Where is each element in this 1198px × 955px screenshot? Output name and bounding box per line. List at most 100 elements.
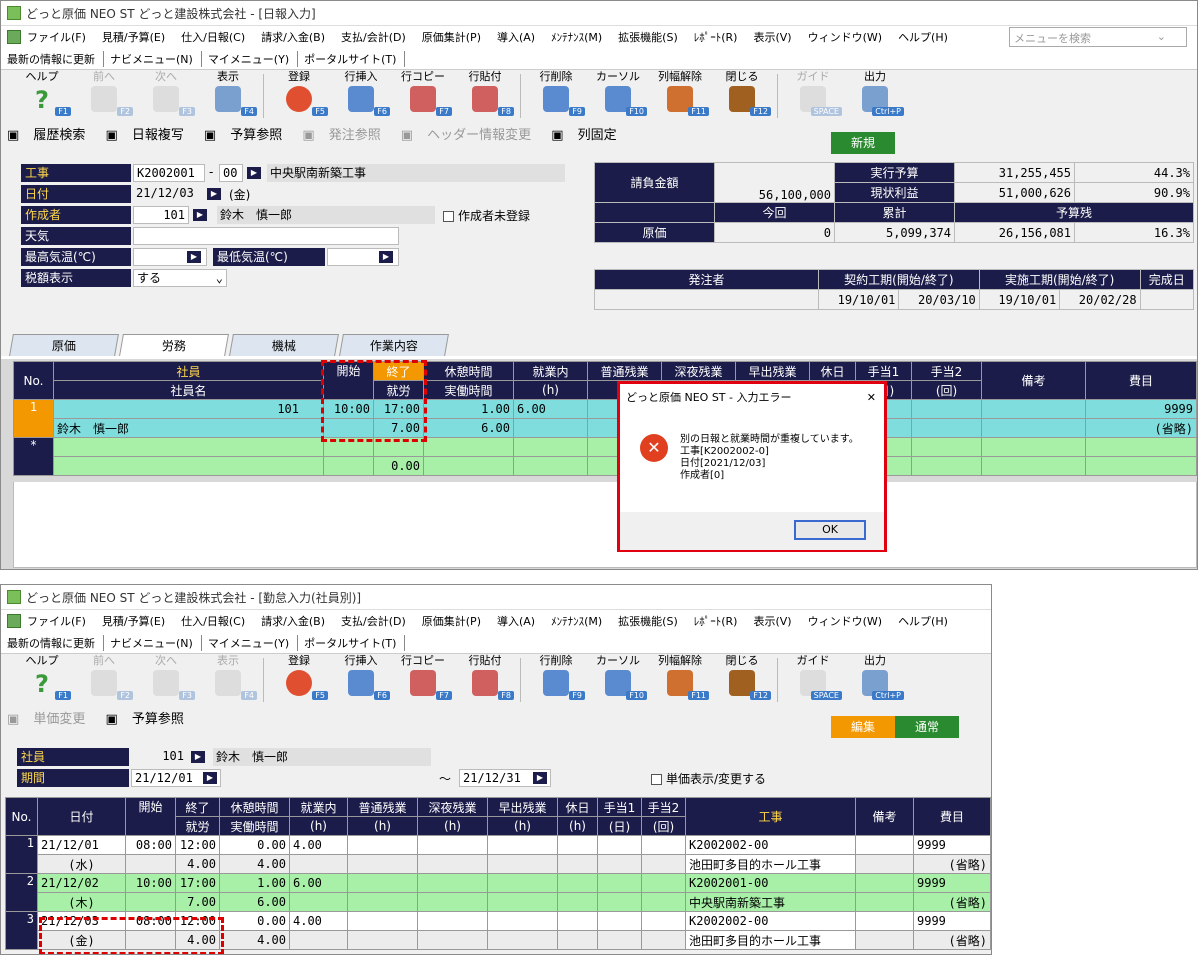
from-picker-icon[interactable]: ▶ <box>203 772 217 784</box>
row-rest[interactable]: 1.00 <box>423 399 514 419</box>
row-empty[interactable] <box>597 892 642 912</box>
toolbar-button[interactable]: 登録 F5 <box>268 654 330 706</box>
row-inner[interactable]: 4.00 <box>289 835 348 855</box>
row-start[interactable]: 08:00 <box>125 835 176 855</box>
row-empty[interactable] <box>557 854 598 874</box>
row-rest[interactable]: 0.00 <box>219 911 290 931</box>
toolbar-button[interactable]: 閉じる F12 <box>711 70 773 122</box>
toolbar-button[interactable]: 登録 F5 <box>268 70 330 122</box>
menu-item[interactable]: ヘルプ(H) <box>898 613 948 629</box>
new-cell[interactable] <box>423 437 514 457</box>
menu-item[interactable]: ﾚﾎﾟｰﾄ(R) <box>694 29 738 45</box>
row-empty[interactable] <box>417 854 488 874</box>
toolbar-button[interactable]: カーソル F10 <box>587 70 649 122</box>
edit-mode-button[interactable]: 編集 <box>831 716 895 738</box>
row-item[interactable]: 9999 <box>913 873 991 893</box>
new-row[interactable]: * <box>13 437 1197 476</box>
row-empty[interactable] <box>347 835 418 855</box>
row-no[interactable]: 1 <box>5 835 38 874</box>
toolbar-button[interactable]: 次へ F3 <box>135 654 197 706</box>
menu-item[interactable]: 見積/予算(E) <box>102 29 165 45</box>
menu-app-icon[interactable] <box>7 614 21 628</box>
row-empty[interactable] <box>597 854 642 874</box>
toolbar-button[interactable]: 行貼付 F8 <box>454 654 516 706</box>
new-row[interactable]: 0.00 <box>13 456 1197 476</box>
menu-item[interactable]: ヘルプ(H) <box>898 29 948 45</box>
row-koji-name[interactable]: 池田町多目的ホール工事 <box>685 930 856 950</box>
row-empty[interactable] <box>487 892 558 912</box>
row-empty[interactable] <box>417 930 488 950</box>
row-empty[interactable] <box>487 835 558 855</box>
row-actual[interactable]: 4.00 <box>219 930 290 950</box>
menu-item[interactable]: ファイル(F) <box>27 613 86 629</box>
row-empty[interactable] <box>557 835 598 855</box>
row-empty[interactable] <box>641 930 686 950</box>
link-item[interactable]: マイメニュー(Y) <box>208 50 299 67</box>
row-inner[interactable]: 4.00 <box>289 911 348 931</box>
author-lookup-icon[interactable]: ▶ <box>193 209 207 221</box>
row-empty[interactable] <box>347 892 418 912</box>
row-rest[interactable]: 1.00 <box>219 873 290 893</box>
toolbar-button[interactable]: 行削除 F9 <box>525 654 587 706</box>
koji-code-input[interactable]: K2002001 <box>133 164 205 182</box>
toolbar-button[interactable]: 行コピー F7 <box>392 654 454 706</box>
row-note[interactable] <box>855 911 914 931</box>
row-empty[interactable] <box>641 835 686 855</box>
min-temp-lookup-icon[interactable]: ▶ <box>379 251 393 263</box>
row-empty[interactable] <box>487 911 558 931</box>
toolbar-button[interactable]: 列幅解除 F11 <box>649 654 711 706</box>
tax-select[interactable]: する ⌄ <box>133 269 227 287</box>
row-empty[interactable] <box>347 854 418 874</box>
new-cell[interactable] <box>53 437 324 457</box>
link-item[interactable]: 最新の情報に更新 <box>7 50 104 67</box>
menu-search-input[interactable]: メニューを検索 ⌄ <box>1009 27 1187 47</box>
to-picker-icon[interactable]: ▶ <box>533 772 547 784</box>
row-no[interactable]: 2 <box>5 873 38 912</box>
table-row[interactable]: (水) 4.00 4.00 池田町多目的ホール工事 (省略) <box>5 854 991 874</box>
row-weekday[interactable]: (木) <box>37 892 126 912</box>
row-date[interactable]: 21/12/01 <box>37 835 126 855</box>
koji-lookup-icon[interactable]: ▶ <box>247 167 261 179</box>
toolbar-button[interactable]: 次へ F3 <box>135 70 197 122</box>
row-no[interactable]: 3 <box>5 911 38 950</box>
toolbar-button[interactable]: 行挿入 F6 <box>330 654 392 706</box>
toolbar-button[interactable]: 表示 F4 <box>197 654 259 706</box>
row-koji-name[interactable]: 中央駅南新築工事 <box>685 892 856 912</box>
menu-item[interactable]: 支払/会計(D) <box>341 29 406 45</box>
toolbar-button[interactable]: ヘルプ? F1 <box>11 654 73 706</box>
row-empty[interactable] <box>855 930 914 950</box>
koji-sub-input[interactable]: 00 <box>219 164 243 182</box>
row-empty[interactable] <box>289 930 348 950</box>
row-koji[interactable]: K2002002-00 <box>685 911 856 931</box>
menu-item[interactable]: ファイル(F) <box>27 29 86 45</box>
menu-item[interactable]: ﾒﾝﾃﾅﾝｽ(M) <box>551 613 602 629</box>
row-empty[interactable] <box>487 854 558 874</box>
row-date[interactable]: 21/12/02 <box>37 873 126 893</box>
menu-item[interactable]: 仕入/日報(C) <box>181 613 245 629</box>
new-cell[interactable] <box>981 437 1086 457</box>
row-empty[interactable] <box>487 873 558 893</box>
sub-button[interactable]: ▣ 予算参照 <box>204 124 292 143</box>
toolbar-button[interactable]: ガイド SPACE <box>782 70 844 122</box>
menu-item[interactable]: 見積/予算(E) <box>102 613 165 629</box>
menu-app-icon[interactable] <box>7 30 21 44</box>
row-empty[interactable] <box>557 911 598 931</box>
row-rest[interactable]: 0.00 <box>219 835 290 855</box>
tab-work-content[interactable]: 作業内容 <box>339 334 449 356</box>
menu-item[interactable]: ウィンドウ(W) <box>808 613 882 629</box>
toolbar-button[interactable]: 出力 Ctrl+P <box>844 70 906 122</box>
sub-button[interactable]: ▣ 列固定 <box>551 124 626 143</box>
max-temp-lookup-icon[interactable]: ▶ <box>187 251 201 263</box>
normal-mode-button[interactable]: 通常 <box>895 716 959 738</box>
row-empty[interactable] <box>557 930 598 950</box>
toolbar-button[interactable]: ガイド SPACE <box>782 654 844 706</box>
row-item[interactable]: 9999 <box>913 911 991 931</box>
row-item-sub[interactable]: (省略) <box>913 854 991 874</box>
row-empty[interactable] <box>289 854 348 874</box>
row-empty[interactable] <box>641 873 686 893</box>
menu-item[interactable]: 仕入/日報(C) <box>181 29 245 45</box>
row-empty[interactable] <box>289 892 348 912</box>
date-input[interactable]: 21/12/03 <box>133 185 203 203</box>
row-actual[interactable]: 6.00 <box>219 892 290 912</box>
row-inner[interactable]: 6.00 <box>289 873 348 893</box>
